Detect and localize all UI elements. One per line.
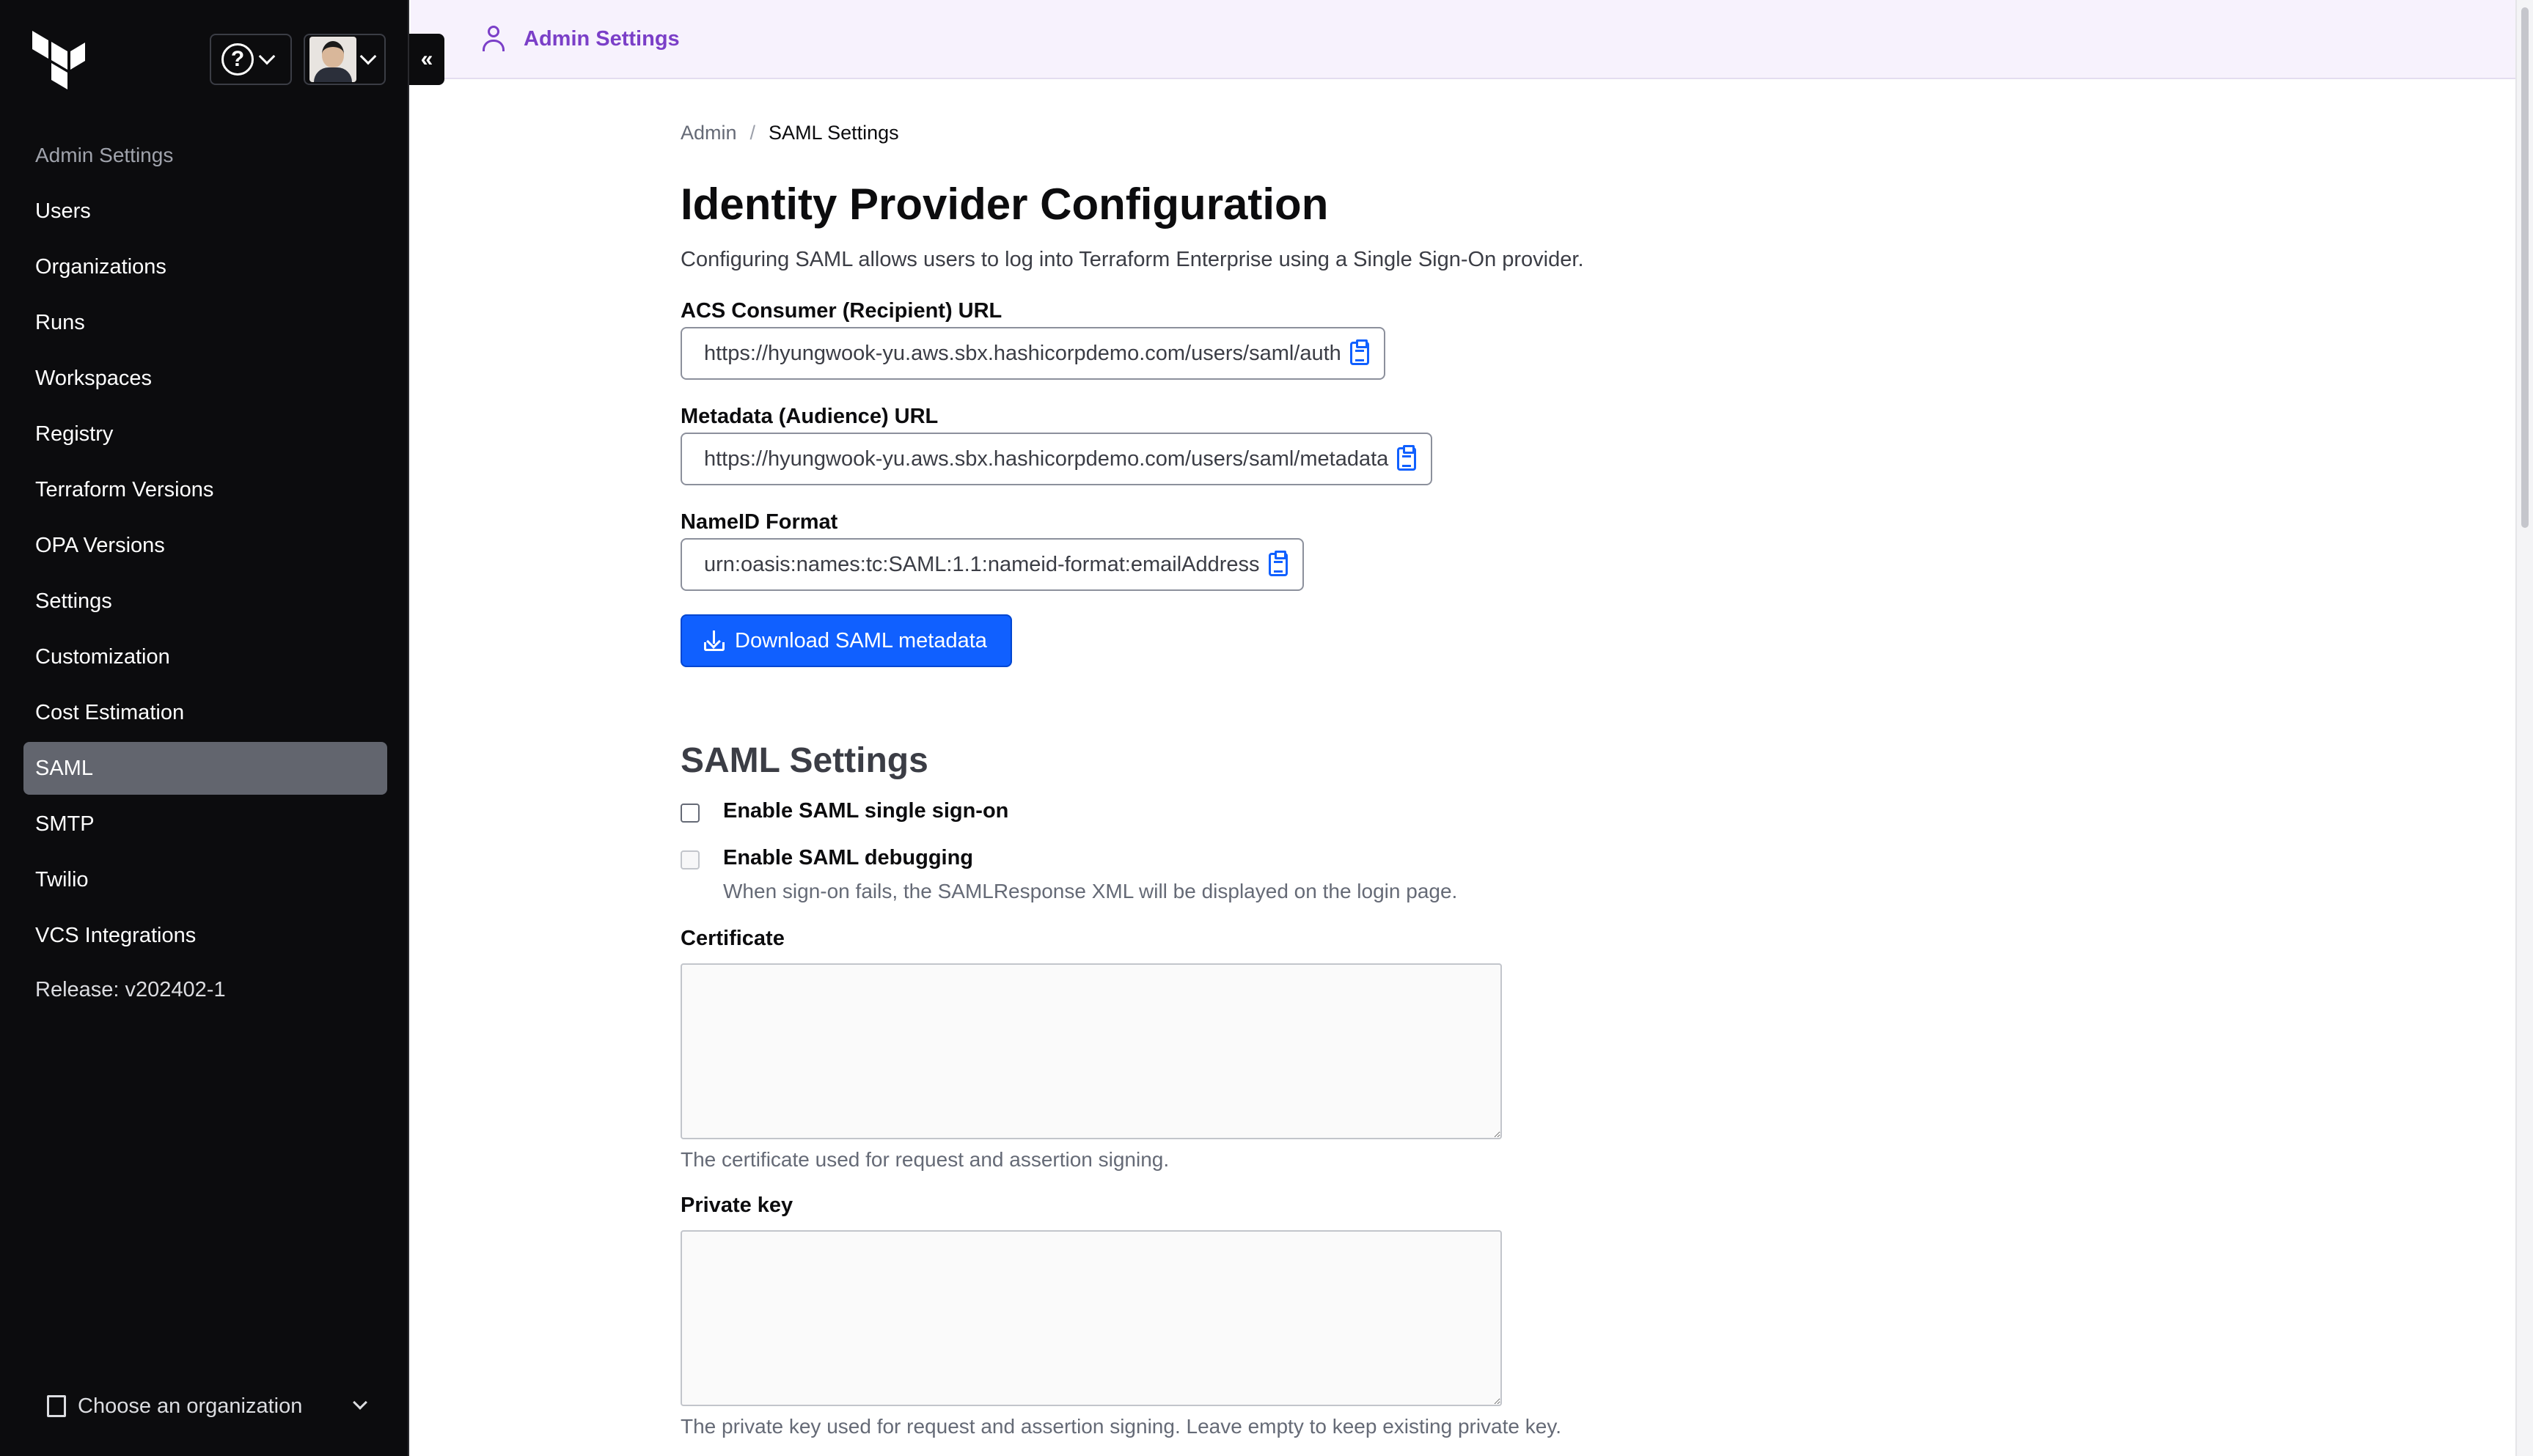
sidebar-item-saml[interactable]: SAML — [23, 742, 387, 795]
sidebar-nav: Users Organizations Runs Workspaces Regi… — [23, 185, 387, 965]
sidebar-section-title: Admin Settings — [35, 144, 174, 166]
help-icon: ? — [221, 43, 254, 76]
sidebar-item-registry[interactable]: Registry — [23, 408, 387, 460]
saml-settings-heading: SAML Settings — [681, 741, 928, 780]
acs-url-value: https://hyungwook-yu.aws.sbx.hashicorpde… — [704, 341, 1341, 365]
page-scrollbar[interactable] — [2515, 0, 2533, 1456]
sidebar-item-workspaces[interactable]: Workspaces — [23, 352, 387, 405]
sidebar-item-customization[interactable]: Customization — [23, 630, 387, 683]
release-version: Release: v202402-1 — [35, 978, 226, 1001]
nameid-format-field[interactable]: urn:oasis:names:tc:SAML:1.1:nameid-forma… — [681, 538, 1304, 591]
certificate-help: The certificate used for request and ass… — [681, 1148, 1170, 1171]
avatar — [309, 37, 356, 82]
scrollbar-thumb[interactable] — [2521, 7, 2529, 528]
org-chooser-label: Choose an organization — [78, 1394, 303, 1418]
download-button-label: Download SAML metadata — [735, 628, 987, 652]
sidebar-item-settings[interactable]: Settings — [23, 575, 387, 628]
sidebar-item-vcs-integrations[interactable]: VCS Integrations — [23, 909, 387, 962]
metadata-url-value: https://hyungwook-yu.aws.sbx.hashicorpde… — [704, 446, 1389, 471]
chevron-down-icon — [359, 48, 377, 65]
acs-url-label: ACS Consumer (Recipient) URL — [681, 299, 1002, 323]
sidebar-item-opa-versions[interactable]: OPA Versions — [23, 519, 387, 572]
sidebar-item-smtp[interactable]: SMTP — [23, 798, 387, 850]
private-key-textarea[interactable] — [681, 1230, 1502, 1406]
enable-saml-sso-checkbox[interactable] — [681, 804, 700, 823]
saml-debugging-help: When sign-on fails, the SAMLResponse XML… — [723, 880, 1458, 902]
top-bar: Admin Settings — [411, 0, 2515, 79]
download-saml-metadata-button[interactable]: Download SAML metadata — [681, 614, 1012, 667]
breadcrumb-admin-link[interactable]: Admin — [681, 122, 737, 144]
acs-url-field[interactable]: https://hyungwook-yu.aws.sbx.hashicorpde… — [681, 327, 1385, 380]
enable-saml-sso-label[interactable]: Enable SAML single sign-on — [723, 799, 1008, 823]
user-menu-button[interactable] — [304, 34, 386, 85]
copy-clipboard-icon[interactable] — [1397, 445, 1417, 471]
certificate-label: Certificate — [681, 927, 785, 950]
breadcrumb-separator: / — [749, 122, 756, 144]
chevron-down-icon — [353, 1395, 367, 1410]
topbar-title: Admin Settings — [524, 26, 680, 51]
private-key-label: Private key — [681, 1194, 793, 1217]
collapse-sidebar-button[interactable]: « — [409, 34, 444, 85]
download-icon — [704, 630, 725, 651]
chevron-down-icon — [258, 48, 276, 65]
copy-clipboard-icon[interactable] — [1268, 551, 1288, 576]
building-icon — [47, 1395, 66, 1417]
copy-clipboard-icon[interactable] — [1349, 339, 1369, 365]
org-chooser-dropdown[interactable]: Choose an organization — [23, 1384, 387, 1428]
help-menu-button[interactable]: ? — [210, 34, 292, 85]
person-icon — [481, 26, 506, 52]
metadata-url-label: Metadata (Audience) URL — [681, 405, 939, 428]
nameid-format-label: NameID Format — [681, 510, 838, 534]
breadcrumb-current: SAML Settings — [769, 122, 899, 144]
sidebar-item-terraform-versions[interactable]: Terraform Versions — [23, 463, 387, 516]
sidebar-item-runs[interactable]: Runs — [23, 296, 387, 349]
page-title: Identity Provider Configuration — [681, 180, 1329, 229]
page-description: Configuring SAML allows users to log int… — [681, 248, 1584, 271]
breadcrumb: Admin / SAML Settings — [681, 122, 899, 144]
enable-saml-debugging-checkbox[interactable] — [681, 850, 700, 869]
nameid-format-value: urn:oasis:names:tc:SAML:1.1:nameid-forma… — [704, 552, 1260, 576]
enable-saml-debugging-label[interactable]: Enable SAML debugging — [723, 846, 973, 870]
certificate-textarea[interactable] — [681, 963, 1502, 1139]
private-key-help: The private key used for request and ass… — [681, 1415, 1562, 1438]
sidebar-item-cost-estimation[interactable]: Cost Estimation — [23, 686, 387, 739]
sidebar-item-twilio[interactable]: Twilio — [23, 853, 387, 906]
sidebar-item-organizations[interactable]: Organizations — [23, 240, 387, 293]
sidebar: ? Admin Settings Users Organizations Run… — [0, 0, 409, 1456]
terraform-logo-icon[interactable] — [32, 31, 85, 89]
sidebar-item-users[interactable]: Users — [23, 185, 387, 238]
metadata-url-field[interactable]: https://hyungwook-yu.aws.sbx.hashicorpde… — [681, 433, 1433, 485]
